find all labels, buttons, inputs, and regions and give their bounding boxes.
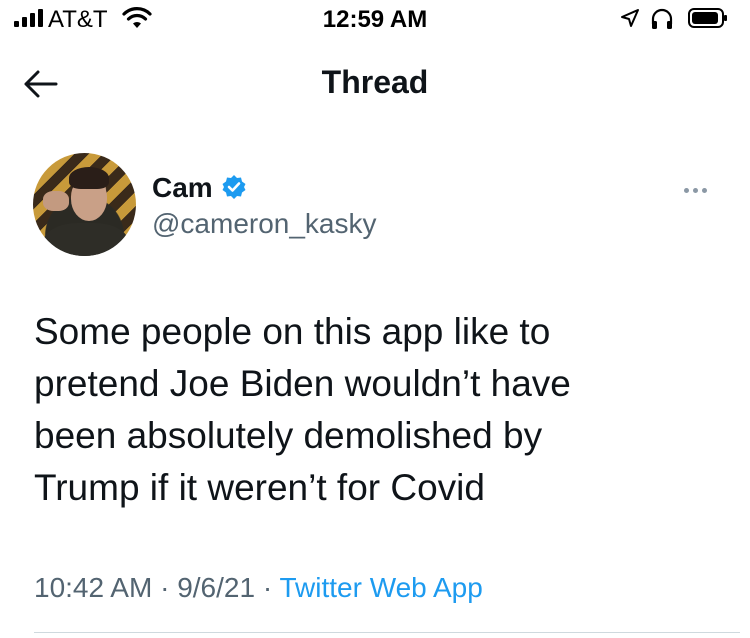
page-title: Thread <box>321 64 429 100</box>
tweet-text: Some people on this app like to pretend … <box>34 311 571 508</box>
headphones-icon <box>651 8 673 29</box>
meta-separator: · <box>262 572 273 603</box>
tweet-time: 10:42 AM <box>34 572 153 603</box>
display-name[interactable]: Cam <box>152 172 213 204</box>
verified-badge-icon <box>222 175 246 199</box>
avatar[interactable] <box>33 153 136 256</box>
user-handle[interactable]: @cameron_kasky <box>152 208 377 240</box>
status-bar: AT&T 12:59 AM <box>0 0 750 40</box>
thread-header: Thread <box>0 50 750 120</box>
divider <box>34 632 740 633</box>
tweet-metadata: 10:42 AM · 9/6/21 · Twitter Web App <box>34 572 483 604</box>
location-arrow-icon <box>621 9 639 27</box>
battery-icon <box>688 8 727 28</box>
tweet-source-link[interactable]: Twitter Web App <box>279 572 482 603</box>
tweet-date: 9/6/21 <box>177 572 256 603</box>
more-options-icon[interactable] <box>684 180 714 193</box>
meta-separator: · <box>160 572 170 603</box>
